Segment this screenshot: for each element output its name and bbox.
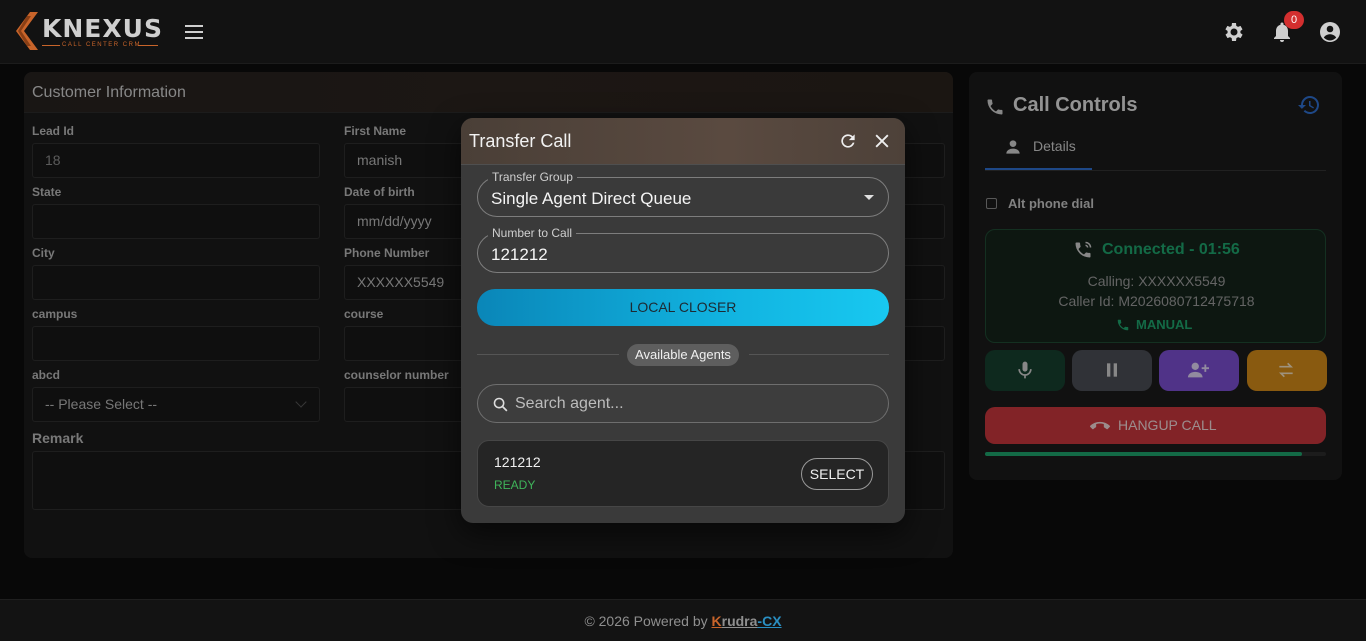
select-agent-button[interactable]: SELECT [801, 458, 873, 490]
agent-status: READY [494, 478, 536, 492]
knexus-logo[interactable]: KNEXUS CALL CENTER CRM [14, 12, 164, 52]
number-to-call-label: Number to Call [488, 226, 577, 240]
logo-text: KNEXUS [42, 14, 163, 43]
dialog-header: Transfer Call [461, 118, 905, 165]
logo-subtext: CALL CENTER CRM [62, 42, 141, 48]
divider-right [749, 354, 889, 355]
top-app-bar: KNEXUS CALL CENTER CRM 0 [0, 0, 1366, 64]
transfer-group-select[interactable]: Transfer Group Single Agent Direct Queue [477, 170, 889, 217]
logo-underline-right [138, 45, 158, 46]
divider-left [477, 354, 619, 355]
search-icon [493, 397, 508, 412]
brand-link-cx[interactable]: -CX [757, 613, 781, 629]
gear-icon [1225, 23, 1243, 41]
notification-count-badge: 0 [1284, 11, 1304, 29]
number-to-call-input[interactable]: Number to Call 121212 [477, 226, 889, 273]
footer-text: © 2026 Powered by [584, 613, 708, 629]
dialog-title: Transfer Call [469, 131, 572, 151]
transfer-call-dialog: Transfer Call Transfer Group Single Agen… [461, 118, 905, 523]
transfer-group-label: Transfer Group [488, 170, 577, 184]
menu-icon [185, 25, 203, 39]
agent-search-placeholder: Search agent... [515, 395, 624, 412]
number-to-call-value: 121212 [491, 245, 548, 264]
available-agents-chip: Available Agents [627, 344, 739, 366]
refresh-icon[interactable] [838, 131, 858, 151]
agent-list-item: 121212 READY SELECT [477, 440, 889, 507]
agent-number: 121212 [494, 454, 541, 470]
caret-down-icon [864, 195, 874, 200]
settings-button[interactable] [1222, 20, 1246, 44]
brand-link-rudra[interactable]: rudra [722, 613, 758, 629]
logo-chevron-icon [16, 12, 38, 50]
account-button[interactable] [1318, 20, 1342, 44]
logo-underline-left [42, 45, 60, 46]
transfer-group-value: Single Agent Direct Queue [491, 189, 692, 208]
menu-button[interactable] [183, 20, 205, 44]
local-closer-button[interactable]: LOCAL CLOSER [477, 289, 889, 326]
brand-link-k[interactable]: K [712, 613, 722, 629]
footer: © 2026 Powered by Krudra-CX [0, 599, 1366, 641]
account-circle-icon [1320, 22, 1340, 42]
close-icon[interactable] [872, 131, 892, 151]
agent-search-input[interactable]: Search agent... [477, 384, 889, 423]
